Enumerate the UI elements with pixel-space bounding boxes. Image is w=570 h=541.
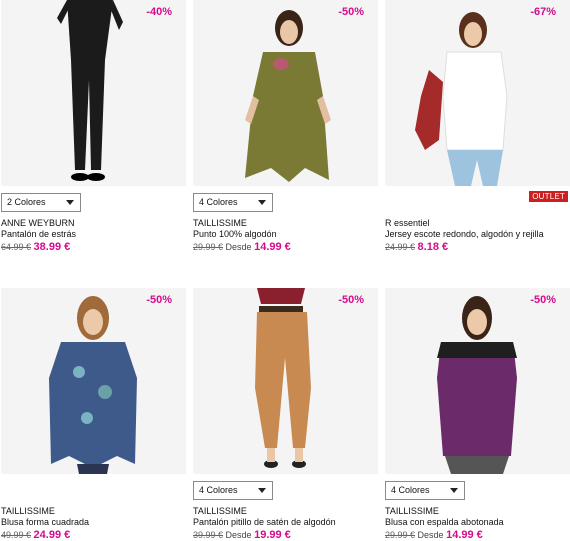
new-price: 19.99 € (254, 529, 291, 541)
new-price: 38.99 € (33, 241, 71, 253)
product-image[interactable]: -50% (193, 0, 378, 186)
color-select[interactable]: 4 Colores (193, 481, 273, 500)
product-title[interactable]: Punto 100% algodón (193, 229, 277, 239)
product-title[interactable]: Pantalón de estrás (1, 229, 76, 239)
product-image[interactable]: -50% (193, 288, 378, 474)
select-value: 4 Colores (199, 197, 238, 207)
product-brand[interactable]: TAILLISSIME (385, 506, 439, 516)
new-price: 14.99 € (446, 529, 483, 541)
product-brand[interactable]: ANNE WEYBURN (1, 218, 75, 228)
new-price: 8.18 € (417, 241, 449, 253)
price-row: 29.99 € Desde 14.99 € (193, 241, 291, 253)
desde-label: Desde (417, 530, 444, 540)
chevron-down-icon (258, 200, 266, 205)
color-select[interactable]: 4 Colores (385, 481, 465, 500)
product-brand[interactable]: TAILLISSIME (193, 218, 247, 228)
discount-badge: -67% (530, 6, 556, 18)
old-price: 64.99 € (1, 242, 32, 252)
discount-badge: -50% (338, 294, 364, 306)
price-row: 24.99 € 8.18 € (385, 241, 448, 253)
product-image[interactable]: -50% (1, 288, 186, 474)
old-price: 29.99 € (385, 530, 416, 540)
product-title[interactable]: Blusa con espalda abotonada (385, 517, 504, 527)
old-price: 39.99 € (193, 530, 224, 540)
discount-badge: -50% (146, 294, 172, 306)
discount-badge: -50% (530, 294, 556, 306)
product-image[interactable]: -40% (1, 0, 186, 186)
select-value: 4 Colores (391, 485, 430, 495)
select-value: 4 Colores (199, 485, 238, 495)
chevron-down-icon (258, 488, 266, 493)
product-title[interactable]: Jersey escote redondo, algodón y rejilla (385, 229, 544, 239)
price-row: 39.99 € Desde 19.99 € (193, 529, 291, 541)
chevron-down-icon (450, 488, 458, 493)
new-price: 14.99 € (254, 241, 291, 253)
old-price: 24.99 € (385, 242, 416, 252)
product-image[interactable]: -67% (385, 0, 570, 186)
chevron-down-icon (66, 200, 74, 205)
product-brand[interactable]: R essentiel (385, 218, 430, 228)
product-title[interactable]: Pantalón pitillo de satén de algodón (193, 517, 336, 527)
price-row: 49.99 € 24.99 € (1, 529, 70, 541)
outlet-badge: OUTLET (529, 191, 568, 202)
color-select[interactable]: 2 Colores (1, 193, 81, 212)
select-value: 2 Colores (7, 197, 46, 207)
desde-label: Desde (225, 530, 252, 540)
new-price: 24.99 € (33, 529, 71, 541)
product-image[interactable]: -50% (385, 288, 570, 474)
old-price: 49.99 € (1, 530, 32, 540)
old-price: 29.99 € (193, 242, 224, 252)
desde-label: Desde (225, 242, 252, 252)
color-select[interactable]: 4 Colores (193, 193, 273, 212)
discount-badge: -40% (146, 6, 172, 18)
product-title[interactable]: Blusa forma cuadrada (1, 517, 89, 527)
product-brand[interactable]: TAILLISSIME (1, 506, 55, 516)
price-row: 64.99 € 38.99 € (1, 241, 70, 253)
product-brand[interactable]: TAILLISSIME (193, 506, 247, 516)
price-row: 29.99 € Desde 14.99 € (385, 529, 483, 541)
discount-badge: -50% (338, 6, 364, 18)
